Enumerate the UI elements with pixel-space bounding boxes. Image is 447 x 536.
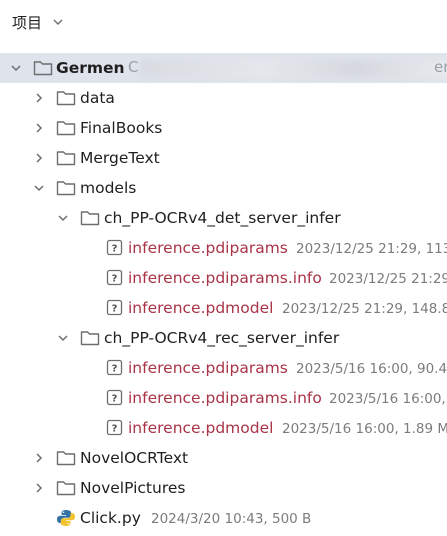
blurred-path-end: er <box>434 58 447 76</box>
chevron-down-icon[interactable] <box>10 62 22 74</box>
python-file-icon <box>57 510 75 526</box>
folder-icon <box>56 151 76 166</box>
tree-item-file[interactable]: ? inference.pdiparams 2023/5/16 16:00, 9… <box>0 353 447 383</box>
file-meta: 2023/5/16 16:00, <box>329 391 446 407</box>
chevron-right-icon[interactable] <box>33 452 45 464</box>
blurred-path-start: C <box>128 58 139 76</box>
tree-item-label: data <box>80 89 115 107</box>
svg-text:?: ? <box>112 424 118 435</box>
svg-text:?: ? <box>112 274 118 285</box>
file-meta: 2024/3/20 10:43, 500 B <box>151 511 312 527</box>
svg-text:?: ? <box>112 394 118 405</box>
tree-item-label: inference.pdiparams.info <box>128 389 322 407</box>
svg-text:?: ? <box>112 244 118 255</box>
tree-item-label: MergeText <box>80 149 160 167</box>
folder-icon <box>56 121 76 136</box>
chevron-right-icon[interactable] <box>33 92 45 104</box>
folder-icon <box>80 211 100 226</box>
folder-icon <box>56 91 76 106</box>
tree-item-finalbooks[interactable]: FinalBooks <box>0 113 447 143</box>
chevron-right-icon[interactable] <box>33 152 45 164</box>
tree-item-label: Click.py <box>80 509 141 527</box>
tree-item-label: Germen <box>56 59 125 77</box>
tree-item-label: FinalBooks <box>80 119 163 137</box>
unknown-file-icon: ? <box>106 299 123 316</box>
project-tree: Germen C er data FinalBooks MergeText mo… <box>0 53 447 533</box>
file-meta: 2023/12/25 21:29, 148.8 k <box>282 301 447 317</box>
folder-icon <box>56 481 76 496</box>
chevron-right-icon[interactable] <box>33 482 45 494</box>
tree-item-root[interactable]: Germen C er <box>0 53 447 83</box>
unknown-file-icon: ? <box>106 419 123 436</box>
blurred-path <box>140 60 447 78</box>
tree-item-label: ch_PP-OCRv4_det_server_infer <box>104 209 341 227</box>
chevron-down-icon[interactable] <box>57 332 69 344</box>
svg-text:?: ? <box>112 364 118 375</box>
file-meta: 2023/12/25 21:29, 113.3 <box>296 241 447 257</box>
tree-item-label: NovelPictures <box>80 479 186 497</box>
unknown-file-icon: ? <box>106 239 123 256</box>
tree-item-label: NovelOCRText <box>80 449 189 467</box>
tree-item-det-folder[interactable]: ch_PP-OCRv4_det_server_infer <box>0 203 447 233</box>
chevron-right-icon[interactable] <box>33 122 45 134</box>
tree-item-label: ch_PP-OCRv4_rec_server_infer <box>104 329 340 347</box>
file-meta: 2023/5/16 16:00, 90.45 <box>296 361 447 377</box>
tree-item-click-py[interactable]: Click.py 2024/3/20 10:43, 500 B <box>0 503 447 533</box>
svg-text:?: ? <box>112 304 118 315</box>
folder-icon <box>33 61 53 76</box>
tree-item-novelocrtext[interactable]: NovelOCRText <box>0 443 447 473</box>
tree-item-novelpictures[interactable]: NovelPictures <box>0 473 447 503</box>
tree-item-mergetext[interactable]: MergeText <box>0 143 447 173</box>
folder-icon <box>80 331 100 346</box>
tree-item-file[interactable]: ? inference.pdiparams 2023/12/25 21:29, … <box>0 233 447 263</box>
tree-item-label: models <box>80 179 137 197</box>
tree-item-label: inference.pdmodel <box>128 299 274 317</box>
chevron-down-icon[interactable] <box>33 182 45 194</box>
tree-item-label: inference.pdmodel <box>128 419 274 437</box>
chevron-down-icon[interactable] <box>52 16 64 28</box>
project-view-header[interactable]: 项目 <box>12 8 64 36</box>
tree-item-file[interactable]: ? inference.pdiparams.info 2023/5/16 16:… <box>0 383 447 413</box>
file-meta: 2023/5/16 16:00, 1.89 MB <box>282 421 447 437</box>
project-view-title: 项目 <box>12 13 43 32</box>
tree-item-file[interactable]: ? inference.pdiparams.info 2023/12/25 21… <box>0 263 447 293</box>
tree-item-file[interactable]: ? inference.pdmodel 2023/5/16 16:00, 1.8… <box>0 413 447 443</box>
tree-item-file[interactable]: ? inference.pdmodel 2023/12/25 21:29, 14… <box>0 293 447 323</box>
tree-item-label: inference.pdiparams <box>128 359 288 377</box>
tree-item-rec-folder[interactable]: ch_PP-OCRv4_rec_server_infer <box>0 323 447 353</box>
folder-icon <box>56 181 76 196</box>
unknown-file-icon: ? <box>106 269 123 286</box>
tree-item-label: inference.pdiparams.info <box>128 269 322 287</box>
chevron-down-icon[interactable] <box>57 212 69 224</box>
tree-item-models[interactable]: models <box>0 173 447 203</box>
file-meta: 2023/12/25 21:29, <box>329 271 447 287</box>
tree-item-label: inference.pdiparams <box>128 239 288 257</box>
unknown-file-icon: ? <box>106 389 123 406</box>
folder-icon <box>56 451 76 466</box>
tree-item-data[interactable]: data <box>0 83 447 113</box>
unknown-file-icon: ? <box>106 359 123 376</box>
